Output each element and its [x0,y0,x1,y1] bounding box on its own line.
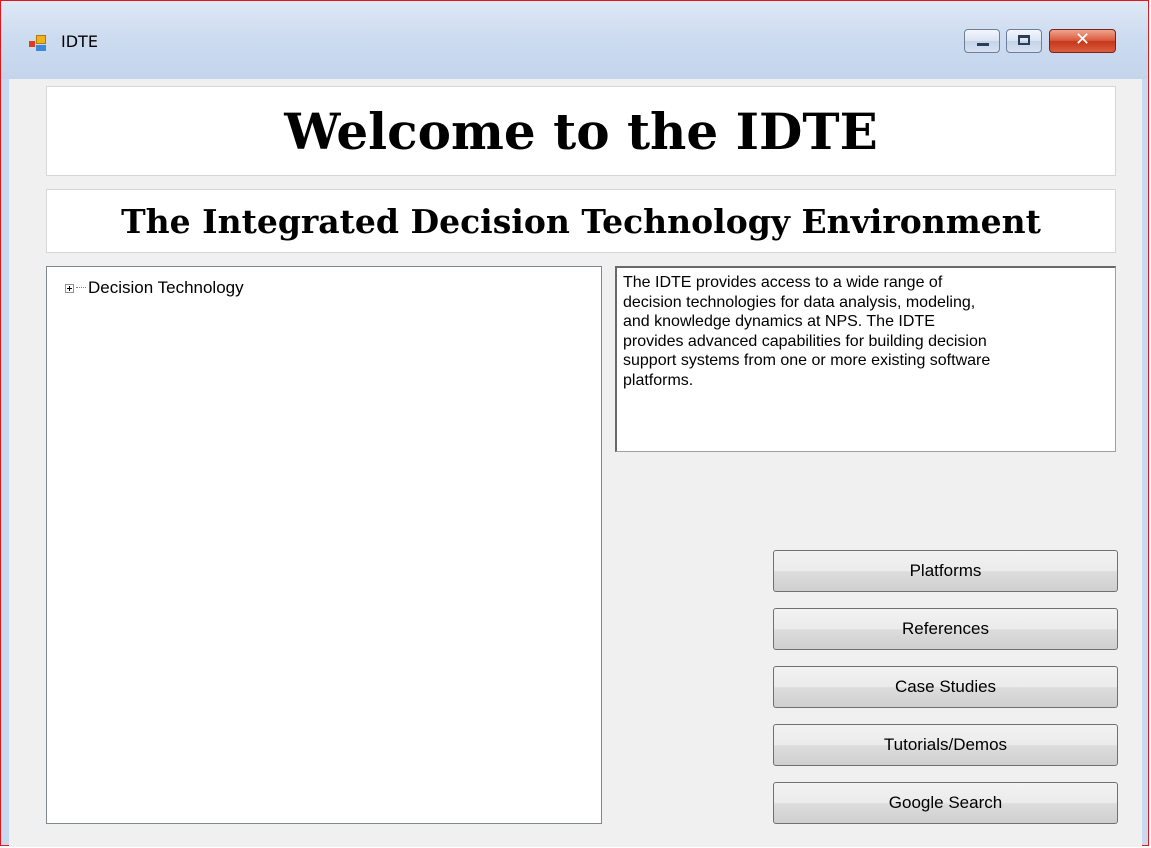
tree-node-decision-technology[interactable]: Decision Technology [65,278,244,298]
close-button[interactable]: ✕ [1049,29,1116,53]
description-textbox[interactable]: The IDTE provides access to a wide range… [615,266,1116,452]
google-search-button[interactable]: Google Search [773,782,1118,824]
title-bar[interactable]: IDTE ✕ [1,1,1148,79]
tree-node-label[interactable]: Decision Technology [88,278,244,298]
window-title: IDTE [61,32,98,51]
tree-connector [76,287,86,289]
references-button[interactable]: References [773,608,1118,650]
decision-technology-tree[interactable]: Decision Technology [46,266,602,824]
app-icon[interactable] [29,35,47,51]
app-window: IDTE ✕ Welcome to the IDTE The Integrate… [0,0,1149,847]
expand-plus-icon[interactable] [65,283,74,293]
minimize-button[interactable] [964,29,1000,53]
platforms-button[interactable]: Platforms [773,550,1118,592]
environment-subtitle: The Integrated Decision Technology Envir… [46,189,1116,253]
minimize-icon [977,43,989,46]
maximize-button[interactable] [1006,29,1042,53]
client-area: Welcome to the IDTE The Integrated Decis… [9,79,1142,847]
welcome-title: Welcome to the IDTE [46,86,1116,176]
maximize-icon [1018,35,1030,45]
tutorials-demos-button[interactable]: Tutorials/Demos [773,724,1118,766]
case-studies-button[interactable]: Case Studies [773,666,1118,708]
close-icon: ✕ [1074,29,1091,50]
